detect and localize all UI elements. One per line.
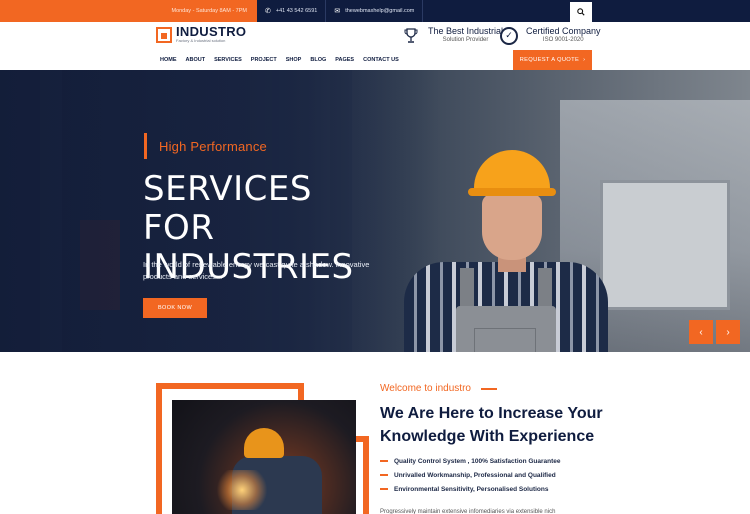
site-logo[interactable]: INDUSTRO Factory & Industrial solution [156,24,247,43]
business-hours: Monday - Saturday 8AM - 7PM [0,0,257,22]
arrow-right-icon: › [583,57,586,63]
dash-icon [380,474,388,476]
badge-subtitle: ISO 9001-2020 [542,37,584,43]
mail-icon: ✉ [334,8,341,15]
badge-title: The Best Industrial [428,26,504,36]
dash-icon [380,488,388,490]
certificate-icon: ✓ [500,26,518,45]
feature-text: Environmental Sensitivity, Personalised … [394,485,549,493]
email-link[interactable]: ✉ thewebmaxhelp@gmail.com [326,0,424,22]
logo-name: INDUSTRO [176,24,247,39]
about-title: We Are Here to Increase Your Knowledge W… [380,405,603,445]
welder-photo [172,400,356,514]
hero-worker-image [400,150,610,352]
certified-badge: ✓ Certified Company ISO 9001-2020 [500,26,601,45]
nav-shop[interactable]: SHOP [286,57,302,63]
factory-icon [156,26,172,43]
kicker-dash [480,387,497,390]
list-item: Unrivalled Workmanship, Professional and… [380,468,561,482]
about-text: Progressively maintain extensive infomed… [380,509,556,514]
image-frame-corner [298,383,304,401]
nav-blog[interactable]: BLOG [310,57,326,63]
badge-title: Certified Company [526,26,601,36]
nav-project[interactable]: PROJECT [251,57,277,63]
worker-face [482,194,542,260]
trophy-icon [402,27,420,45]
phone-number: +41 43 542 6591 [275,8,318,14]
about-kicker: Welcome to industro [380,383,497,394]
slider-next-button[interactable]: › [716,320,740,344]
business-hours-text: Monday - Saturday 8AM - 7PM [171,8,247,14]
feature-list: Quality Control System , 100% Satisfacti… [380,454,561,496]
chevron-left-icon: ‹ [699,326,703,338]
list-item: Environmental Sensitivity, Personalised … [380,482,561,496]
overall-pocket [474,328,536,352]
nav-home[interactable]: HOME [160,57,177,63]
search-button[interactable] [570,2,592,22]
hero-eyebrow: High Performance [144,133,267,159]
nav-about[interactable]: ABOUT [186,57,206,63]
feature-text: Quality Control System , 100% Satisfacti… [394,457,561,465]
best-provider-badge: The Best Industrial Solution Provider [402,26,503,45]
request-quote-label: REQUEST A QUOTE [519,57,580,63]
search-icon [577,8,585,16]
list-item: Quality Control System , 100% Satisfacti… [380,454,561,468]
badge-subtitle: Solution Provider [442,37,489,43]
slider-prev-button[interactable]: ‹ [689,320,713,344]
main-nav: HOME ABOUT SERVICES PROJECT SHOP BLOG PA… [160,50,399,70]
email-address: thewebmaxhelp@gmail.com [345,8,415,14]
welding-sparks [212,470,272,510]
hard-hat-brim [468,188,556,196]
book-now-button[interactable]: BOOK NOW [143,298,207,318]
top-bar-fill [592,0,750,22]
phone-link[interactable]: ✆ +41 43 542 6591 [257,0,327,22]
hero-text: In the world of renewable energy we cast… [143,260,370,281]
nav-pages[interactable]: PAGES [335,57,354,63]
control-panel [600,180,730,310]
phone-icon: ✆ [265,8,271,15]
nav-services[interactable]: SERVICES [214,57,242,63]
request-quote-button[interactable]: REQUEST A QUOTE › [513,50,592,70]
chevron-right-icon: › [726,326,730,338]
nav-contact[interactable]: CONTACT US [363,57,399,63]
dash-icon [380,460,388,462]
about-kicker-text: Welcome to industro [380,383,471,394]
welder-helmet [244,428,284,458]
feature-text: Unrivalled Workmanship, Professional and… [394,471,556,479]
